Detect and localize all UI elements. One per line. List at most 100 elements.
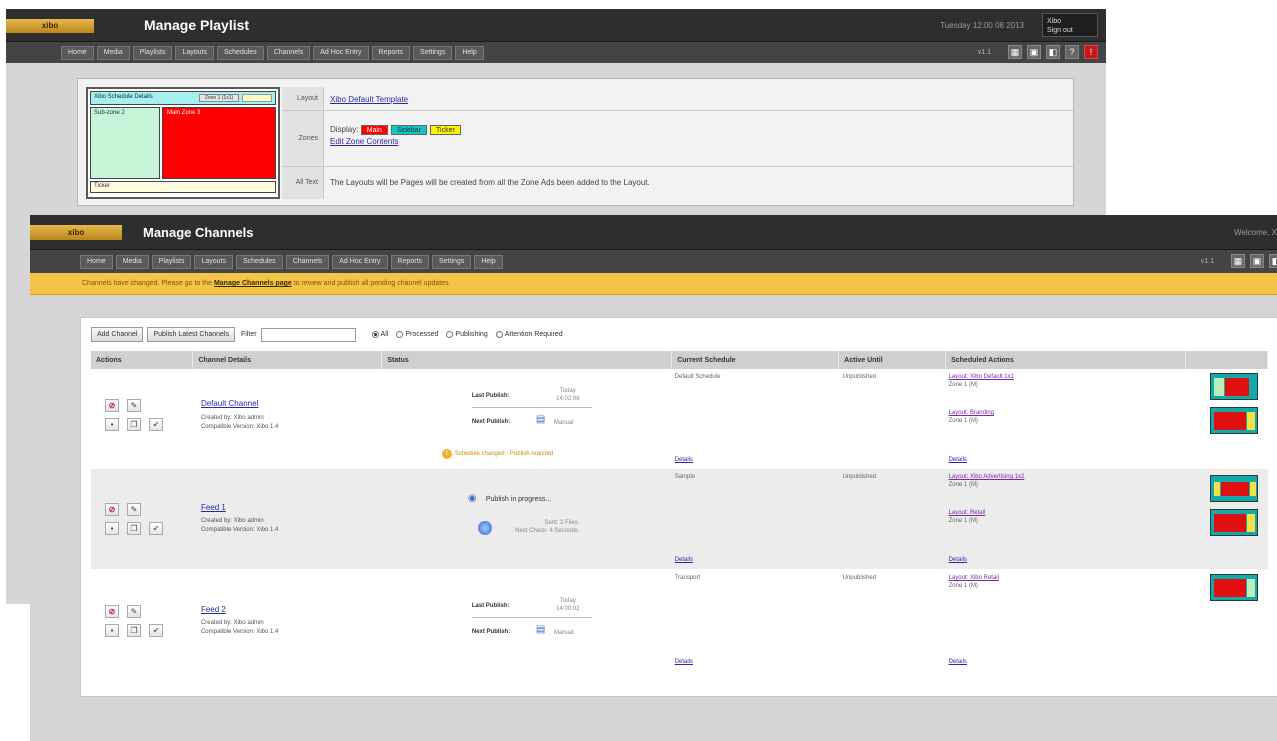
- nav-playlists[interactable]: Playlists: [132, 46, 173, 60]
- col-active-until[interactable]: Active Until: [838, 351, 947, 369]
- notice-link[interactable]: Manage Channels page: [214, 280, 292, 287]
- channels-table: Actions Channel Details Status Current S…: [91, 351, 1269, 677]
- layout-preview[interactable]: Xibo Schedule Details Zone 1 (1x1) Sub-z…: [86, 87, 280, 199]
- scheduled-layout-link[interactable]: Layout: Retail: [949, 510, 986, 516]
- nav-settings[interactable]: Settings: [432, 255, 472, 269]
- nav-media[interactable]: Media: [96, 46, 130, 60]
- publish-icon[interactable]: ✔: [149, 522, 163, 535]
- scheduled-layout-link[interactable]: Layout: Xibo Retail: [949, 575, 999, 581]
- channel-name-link[interactable]: Feed 2: [201, 605, 226, 614]
- monitor-icon[interactable]: ▣: [1027, 45, 1041, 59]
- user-name: Xibo: [1047, 18, 1062, 25]
- radio-all[interactable]: All: [371, 331, 388, 338]
- zone-chip-ticker[interactable]: Ticker: [430, 125, 461, 135]
- channel-name-link[interactable]: Default Channel: [201, 399, 258, 408]
- calendar-icon[interactable]: ▤: [536, 414, 545, 425]
- scheduled-layout-link[interactable]: Layout: Branding: [949, 410, 994, 416]
- publish-icon[interactable]: ✔: [149, 418, 163, 431]
- delete-icon[interactable]: ⊘: [105, 605, 119, 618]
- sign-out-link[interactable]: Sign out: [1047, 26, 1093, 35]
- view-icon[interactable]: ▪: [105, 624, 119, 637]
- image-icon[interactable]: ◧: [1046, 45, 1060, 59]
- col-scheduled-actions[interactable]: Scheduled Actions: [945, 351, 1186, 369]
- nav-schedules[interactable]: Schedules: [235, 255, 283, 269]
- nav-home[interactable]: Home: [80, 255, 113, 269]
- channel-name-link[interactable]: Feed 1: [201, 503, 226, 512]
- copy-icon[interactable]: ❐: [127, 522, 141, 535]
- schedule-details-link[interactable]: Details: [675, 659, 693, 665]
- layout-thumbnail[interactable]: [1210, 475, 1259, 502]
- scheduled-layout-link[interactable]: Layout: Xibo Advertising 1x2: [949, 474, 1025, 480]
- nav-settings[interactable]: Settings: [413, 46, 453, 60]
- nav-channels[interactable]: Channels: [285, 255, 330, 269]
- layout-thumbnail[interactable]: [1210, 574, 1259, 601]
- edit-icon[interactable]: ✎: [127, 605, 141, 618]
- scheduled-layout-link[interactable]: Layout: Xibo Default 1x1: [949, 374, 1014, 380]
- monitor-icon[interactable]: ▣: [1250, 254, 1264, 268]
- nav-media[interactable]: Media: [115, 255, 149, 269]
- thumb-zone: [1250, 482, 1257, 496]
- copy-icon[interactable]: ❐: [127, 624, 141, 637]
- nav-playlists[interactable]: Playlists: [151, 255, 192, 269]
- help-icon[interactable]: ?: [1065, 45, 1079, 59]
- grid-icon[interactable]: ▦: [1008, 45, 1022, 59]
- col-channel-details[interactable]: Channel Details: [192, 351, 383, 369]
- publish-channels-button[interactable]: Publish Latest Channels: [147, 327, 235, 342]
- scheduled-details-link[interactable]: Details: [949, 457, 967, 463]
- nav-layouts[interactable]: Layouts: [194, 255, 233, 269]
- preview-zone-bottom: Ticker: [90, 181, 276, 193]
- calendar-icon[interactable]: ▤: [536, 624, 545, 635]
- nav-adhoc[interactable]: Ad Hoc Entry: [332, 255, 388, 269]
- radio-publishing[interactable]: Publishing: [446, 331, 488, 338]
- channel-meta: Created by: Xibo admin Compatible Versio…: [201, 414, 278, 432]
- grid-icon[interactable]: ▦: [1231, 254, 1245, 268]
- nav-home[interactable]: Home: [61, 46, 94, 60]
- preview-zone-tag: Zone 1 (1x1): [199, 94, 239, 102]
- edit-icon[interactable]: ✎: [127, 503, 141, 516]
- zone-chip-sidebar[interactable]: Sidebar: [390, 125, 428, 135]
- scheduled-action: Layout: Xibo Retail Zone 1 (M): [949, 574, 999, 590]
- warning-text: Schedule changed - Publish required: [454, 451, 554, 457]
- add-channel-button[interactable]: Add Channel: [91, 327, 144, 342]
- edit-icon[interactable]: ✎: [127, 399, 141, 412]
- user-menu[interactable]: Xibo Sign out: [1042, 13, 1098, 37]
- filter-input[interactable]: [260, 327, 356, 342]
- nav-reports[interactable]: Reports: [390, 255, 430, 269]
- nav-help[interactable]: Help: [455, 46, 484, 60]
- layout-thumbnail[interactable]: [1210, 373, 1259, 400]
- view-icon[interactable]: ▪: [105, 522, 119, 535]
- nav-layouts[interactable]: Layouts: [175, 46, 214, 60]
- col-actions[interactable]: Actions: [91, 351, 194, 369]
- copy-icon[interactable]: ❐: [127, 418, 141, 431]
- radio-processed[interactable]: Processed: [396, 331, 438, 338]
- channel-created-by: Created by: Xibo admin: [200, 415, 264, 421]
- layout-thumbnail[interactable]: [1210, 509, 1259, 536]
- radio-dot: [371, 331, 379, 338]
- schedule-details-link[interactable]: Details: [675, 557, 693, 563]
- nav-help[interactable]: Help: [474, 255, 503, 269]
- app-logo[interactable]: xibo: [6, 19, 94, 33]
- col-current-schedule[interactable]: Current Schedule: [671, 351, 840, 369]
- layout-thumbnail[interactable]: [1210, 407, 1259, 434]
- layout-link[interactable]: Xibo Default Template: [330, 95, 408, 104]
- scheduled-details-link[interactable]: Details: [949, 659, 967, 665]
- scheduled-details-link[interactable]: Details: [949, 557, 967, 563]
- nav-adhoc[interactable]: Ad Hoc Entry: [313, 46, 369, 60]
- view-icon[interactable]: ▪: [105, 418, 119, 431]
- nav-schedules[interactable]: Schedules: [216, 46, 264, 60]
- edit-zones-link[interactable]: Edit Zone Contents: [330, 137, 398, 146]
- schedule-details-link[interactable]: Details: [675, 457, 693, 463]
- nav-channels[interactable]: Channels: [266, 46, 311, 60]
- thumb-zone: [1247, 514, 1256, 532]
- nav-reports[interactable]: Reports: [371, 46, 411, 60]
- image-icon[interactable]: ◧: [1269, 254, 1277, 268]
- alert-icon[interactable]: !: [1084, 45, 1098, 59]
- zone-chip-main[interactable]: Main: [360, 125, 388, 135]
- app-logo[interactable]: xibo: [30, 225, 122, 240]
- col-status[interactable]: Status: [381, 351, 673, 369]
- radio-attention[interactable]: Attention Required: [495, 331, 563, 338]
- delete-icon[interactable]: ⊘: [105, 399, 119, 412]
- channels-titlebar: xibo Manage Channels Welcome, X: [30, 215, 1277, 249]
- delete-icon[interactable]: ⊘: [105, 503, 119, 516]
- publish-icon[interactable]: ✔: [149, 624, 163, 637]
